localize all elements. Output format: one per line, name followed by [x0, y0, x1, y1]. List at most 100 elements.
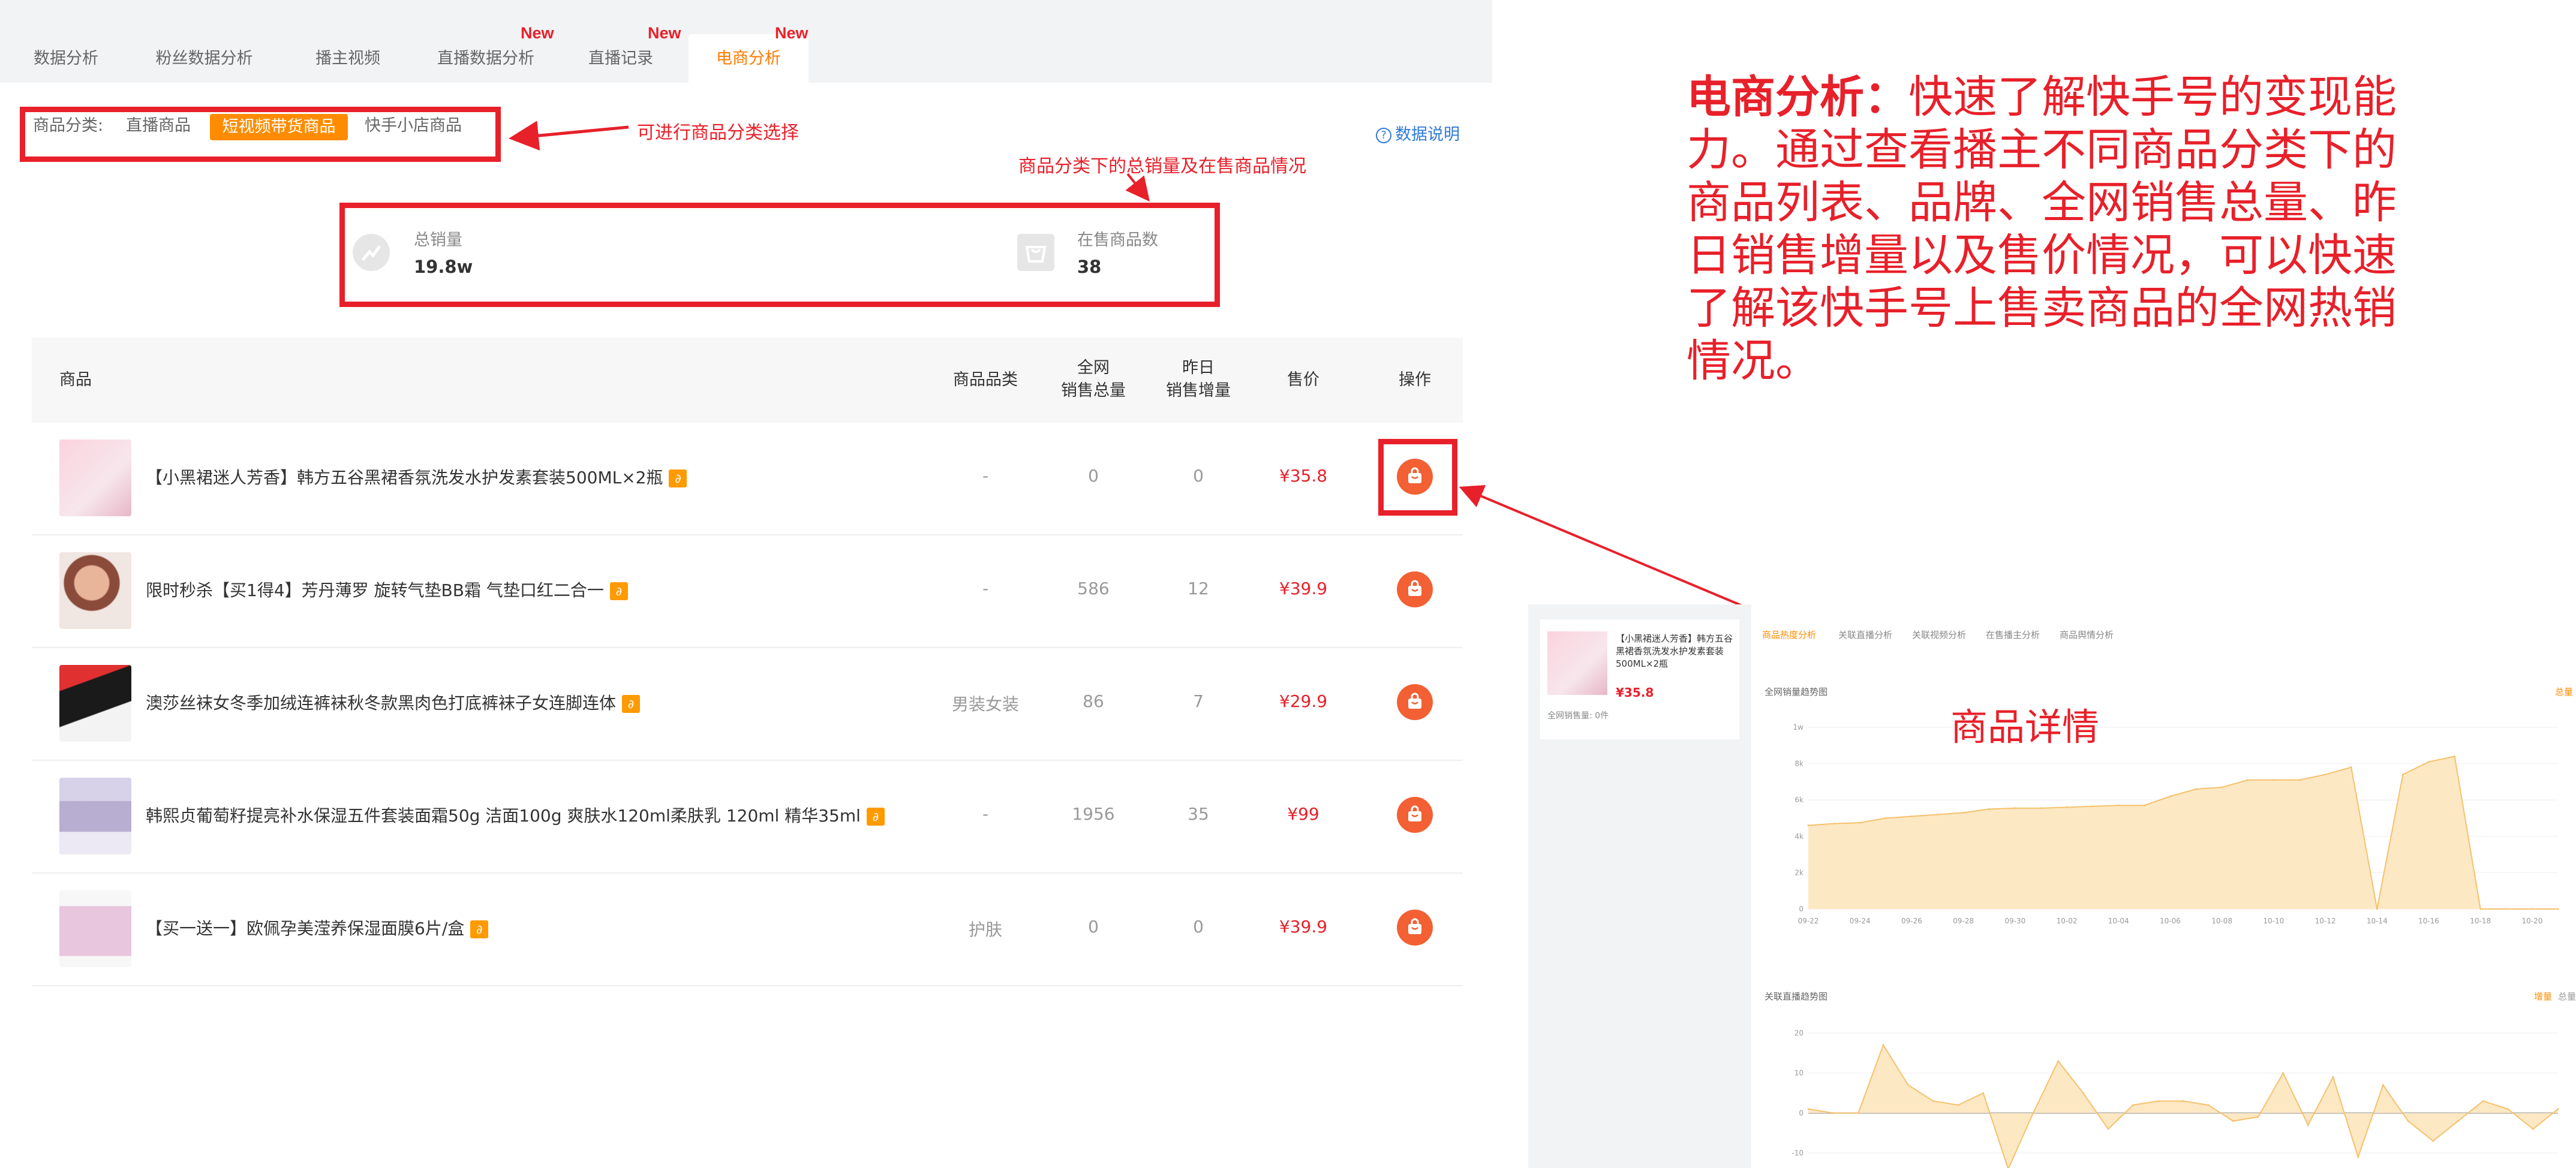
- data-point: [2505, 908, 2508, 910]
- data-point: [1807, 824, 1809, 827]
- chart2-legend-total[interactable]: 总量: [2558, 990, 2576, 1003]
- series-area: [1808, 756, 2558, 909]
- live-trend-chart: -10 0 10 20: [1792, 1029, 2559, 1168]
- x-tick-label: 09-30: [2004, 917, 2025, 925]
- data-point: [2307, 1124, 2309, 1126]
- detail-tab[interactable]: 关联直播分析: [1838, 628, 1892, 641]
- data-point: [2557, 1108, 2559, 1110]
- data-point: [2182, 1100, 2184, 1102]
- data-point: [1907, 1084, 1910, 1086]
- chart1-title: 全网销量趋势图: [1765, 687, 1828, 697]
- detail-tab[interactable]: 商品热度分析: [1762, 628, 1816, 641]
- x-tick-label: 10-20: [2521, 917, 2542, 925]
- data-point: [2457, 1120, 2459, 1122]
- data-point: [2532, 1128, 2534, 1130]
- y-tick-label: 2k: [1795, 868, 1803, 877]
- chart2-title: 关联直播趋势图: [1765, 991, 1828, 1002]
- data-point: [2247, 779, 2249, 781]
- y-tick-label: 10: [1795, 1069, 1803, 1077]
- detail-product-thumbnail: [1547, 631, 1607, 695]
- data-point: [1957, 1104, 1959, 1106]
- data-point: [1884, 817, 1887, 819]
- product-detail-preview: 【小黑裙迷人芳香】韩方五谷黑裙香氛洗发水护发素套装500ML×2瓶 ¥35.8 …: [1528, 604, 2576, 1168]
- data-point: [1832, 1112, 1835, 1114]
- data-point: [2531, 908, 2533, 910]
- detail-product-card: 【小黑裙迷人芳香】韩方五谷黑裙香氛洗发水护发素套装500ML×2瓶 ¥35.8 …: [1540, 619, 1739, 739]
- data-point: [2376, 908, 2378, 910]
- detail-product-name: 【小黑裙迷人芳香】韩方五谷黑裙香氛洗发水护发素套装500ML×2瓶: [1616, 633, 1733, 669]
- data-point: [1807, 1108, 1809, 1110]
- data-point: [2195, 788, 2198, 790]
- data-point: [2427, 761, 2430, 763]
- data-point: [2221, 786, 2223, 788]
- data-point: [2117, 804, 2120, 806]
- data-point: [2107, 1128, 2109, 1130]
- data-point: [2169, 795, 2171, 797]
- x-tick-label: 10-06: [2160, 917, 2181, 925]
- data-point: [2057, 1060, 2060, 1062]
- x-tick-label: 09-22: [1798, 917, 1819, 925]
- data-point: [2557, 908, 2559, 910]
- x-tick-label: 10-12: [2315, 917, 2336, 925]
- data-point: [2350, 766, 2352, 769]
- data-point: [2507, 1108, 2509, 1110]
- data-point: [2257, 1116, 2259, 1118]
- y-tick-label: 1w: [1793, 723, 1804, 731]
- series-area: [1808, 1045, 2558, 1168]
- y-tick-label: 4k: [1795, 832, 1803, 841]
- data-point: [2401, 773, 2404, 776]
- data-point: [1882, 1044, 1884, 1046]
- data-point: [2091, 805, 2094, 808]
- x-tick-label: 10-08: [2211, 917, 2232, 925]
- sales-trend-chart: 0 2k 4k 6k 8k 1w 09-22 09-24 09-26 09-28 09-30 10-0…: [1793, 723, 2559, 925]
- data-point: [2357, 1156, 2359, 1158]
- y-tick-label: 0: [1799, 905, 1803, 913]
- chart2-legend-increment[interactable]: 增量: [2534, 990, 2552, 1003]
- data-point: [2040, 807, 2042, 809]
- data-point: [1988, 808, 1991, 810]
- x-tick-label: 10-14: [2367, 917, 2388, 925]
- detail-tab[interactable]: 关联视频分析: [1912, 628, 1966, 641]
- data-point: [2282, 1072, 2285, 1074]
- data-point: [1932, 1100, 1934, 1102]
- data-point: [1857, 1112, 1859, 1114]
- detail-tab[interactable]: 商品舆情分析: [2060, 628, 2114, 641]
- data-point: [1910, 815, 1913, 817]
- data-point: [2298, 779, 2301, 781]
- data-point: [1859, 821, 1861, 824]
- x-tick-label: 10-18: [2470, 917, 2491, 925]
- x-tick-label: 09-24: [1850, 917, 1871, 925]
- x-tick-label: 09-28: [1953, 917, 1974, 925]
- data-point: [2207, 1104, 2210, 1106]
- data-point: [2157, 1100, 2159, 1102]
- data-point: [2143, 804, 2145, 806]
- data-point: [2232, 1120, 2234, 1122]
- data-point: [1962, 811, 1965, 814]
- data-point: [2324, 773, 2326, 776]
- data-point: [2432, 1140, 2434, 1142]
- data-point: [2332, 1076, 2334, 1078]
- data-point: [2066, 806, 2068, 808]
- detail-total-sales: 全网销售量: 0件: [1547, 711, 1609, 721]
- data-point: [1937, 813, 1939, 815]
- data-point: [2082, 1092, 2084, 1094]
- data-point: [1982, 1092, 1985, 1094]
- x-tick-label: 09-26: [1901, 917, 1922, 925]
- data-point: [2454, 755, 2456, 757]
- data-point: [2032, 1112, 2034, 1114]
- x-tick-label: 10-10: [2263, 917, 2284, 925]
- y-tick-label: -10: [1792, 1149, 1803, 1157]
- y-tick-label: 6k: [1795, 796, 1803, 804]
- data-point: [2482, 1100, 2484, 1102]
- x-tick-label: 10-16: [2418, 917, 2439, 925]
- chart1-legend[interactable]: 总量: [2555, 685, 2573, 698]
- detail-product-price: ¥35.8: [1616, 685, 1654, 700]
- feature-description: 电商分析：快速了解快手号的变现能力。通过查看播主不同商品分类下的商品列表、品牌、…: [1687, 71, 2436, 387]
- data-point: [2014, 807, 2016, 809]
- data-point: [2132, 1104, 2135, 1106]
- description-title: 电商分析：: [1687, 71, 1908, 123]
- y-tick-label: 20: [1795, 1029, 1803, 1037]
- x-tick-label: 10-02: [2057, 917, 2078, 925]
- y-tick-label: 0: [1799, 1109, 1803, 1117]
- detail-tab[interactable]: 在售播主分析: [1986, 628, 2040, 641]
